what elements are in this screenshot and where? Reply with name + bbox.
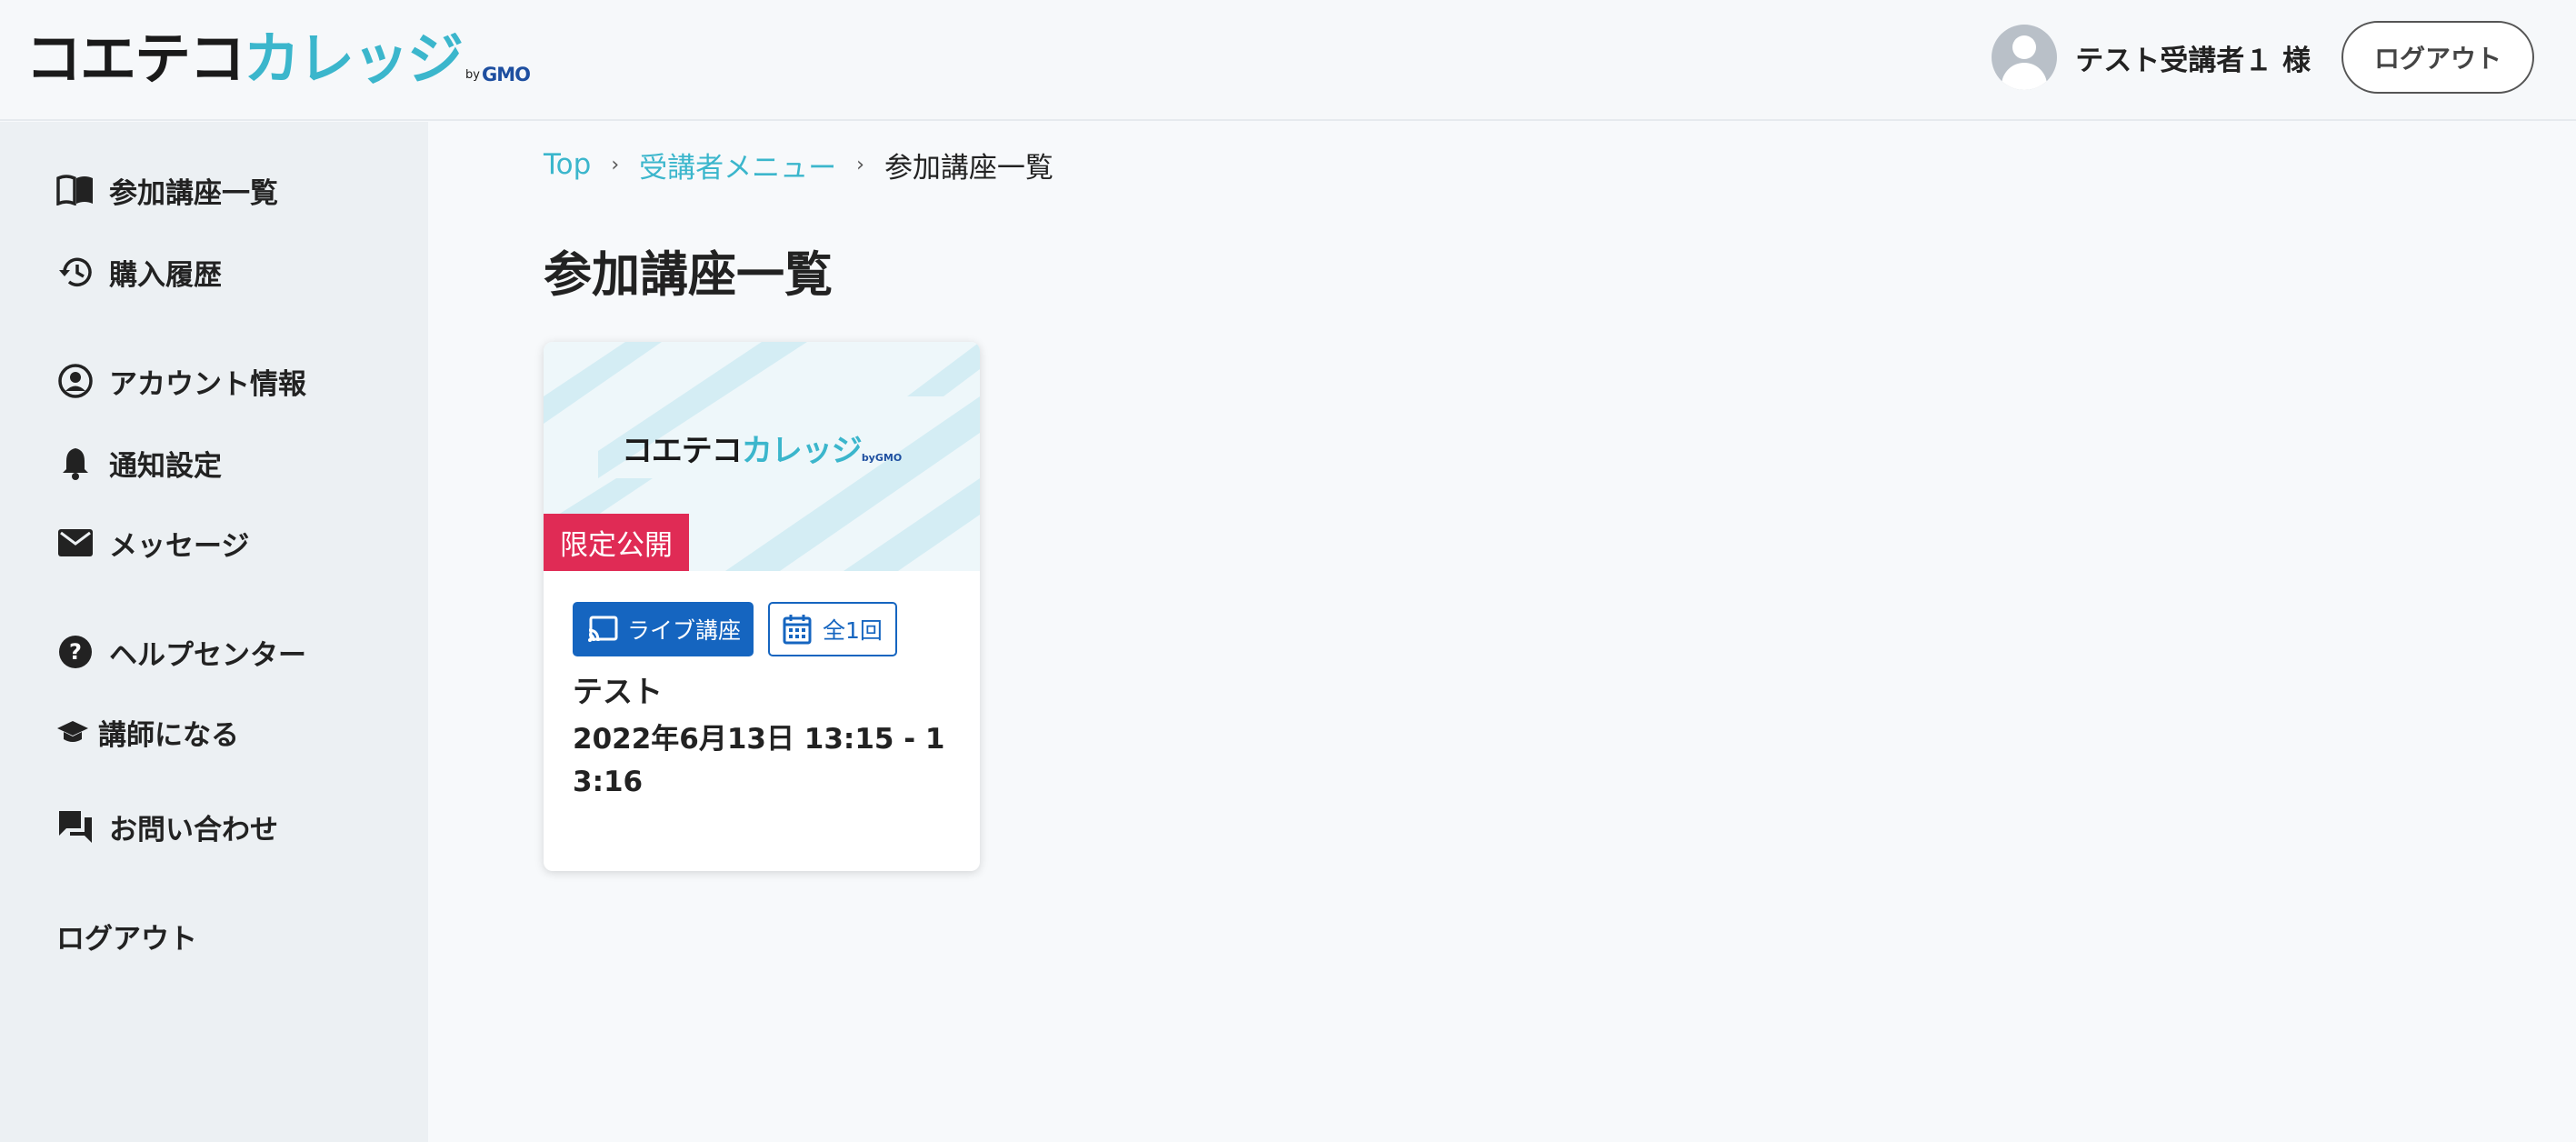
thumbnail-logo-text-2: カレッジ: [741, 433, 863, 469]
sidebar: 参加講座一覧 購入履歴 アカウント情報 通知設定 メッセージ ? ヘルプセンター: [0, 122, 428, 1142]
sidebar-item-label: 通知設定: [109, 449, 222, 483]
chevron-right-icon: ›: [611, 153, 620, 176]
book-open-icon: [56, 171, 95, 209]
course-card[interactable]: コエテコカレッジbyGMO 限定公開 ライブ講座 全1回 テスト 2022年6月…: [544, 342, 980, 871]
sidebar-item-label: お問い合わせ: [109, 813, 278, 846]
sidebar-item-label: 購入履歴: [109, 258, 222, 292]
help-icon: ?: [56, 633, 95, 671]
breadcrumb-current: 参加講座一覧: [884, 151, 1053, 185]
sidebar-item-notifications[interactable]: 通知設定: [56, 440, 222, 486]
course-thumbnail: コエテコカレッジbyGMO 限定公開: [544, 342, 980, 571]
chevron-right-icon: ›: [856, 153, 864, 176]
envelope-icon: [56, 524, 95, 562]
avatar[interactable]: [1992, 25, 2058, 90]
sidebar-item-messages[interactable]: メッセージ: [56, 520, 249, 566]
sidebar-item-label: ログアウト: [56, 922, 197, 956]
breadcrumb: Top › 受講者メニュー › 参加講座一覧: [544, 145, 1053, 185]
limited-badge: 限定公開: [544, 514, 689, 571]
sidebar-item-help[interactable]: ? ヘルプセンター: [56, 629, 306, 675]
graduation-cap-icon: [56, 713, 89, 751]
tag-live-course: ライブ講座: [573, 602, 754, 656]
sidebar-item-purchase-history[interactable]: 購入履歴: [56, 249, 222, 295]
svg-text:?: ?: [69, 639, 82, 665]
page-title: 参加講座一覧: [544, 247, 833, 303]
course-title[interactable]: テスト: [573, 667, 663, 711]
cast-icon: [587, 614, 618, 645]
tag-count-label: 全1回: [823, 617, 883, 644]
site-logo[interactable]: コエテコ カレッジ by GMO: [25, 25, 531, 92]
sidebar-item-label: 参加講座一覧: [109, 176, 278, 210]
course-tags: ライブ講座 全1回: [573, 602, 897, 656]
bell-icon: [56, 444, 95, 482]
breadcrumb-menu[interactable]: 受講者メニュー: [639, 145, 836, 185]
history-icon: [56, 253, 95, 291]
user-name: テスト受講者１ 様: [2075, 44, 2311, 77]
logo-text-2: カレッジ: [244, 25, 464, 92]
account-circle-icon: [56, 362, 95, 400]
calendar-icon: [783, 614, 814, 645]
logo-by: by: [465, 68, 480, 82]
sidebar-item-account[interactable]: アカウント情報: [56, 358, 306, 404]
thumbnail-logo: コエテコカレッジbyGMO: [544, 426, 980, 470]
logo-text-1: コエテコ: [25, 25, 245, 92]
sidebar-item-logout[interactable]: ログアウト: [56, 913, 197, 958]
thumbnail-logo-gmo: byGMO: [861, 452, 903, 464]
course-date: 2022年6月13日 13:15 - 13:16: [573, 723, 945, 798]
sidebar-item-become-instructor[interactable]: 講師になる: [56, 709, 239, 755]
tag-session-count: 全1回: [768, 602, 897, 656]
logo-gmo: GMO: [481, 64, 531, 85]
user-area: テスト受講者１ 様 ログアウト: [1992, 21, 2534, 94]
thumbnail-logo-text-1: コエテコ: [621, 433, 743, 469]
sidebar-item-label: アカウント情報: [109, 367, 306, 401]
sidebar-item-label: メッセージ: [109, 529, 250, 563]
sidebar-item-label: 講師になる: [98, 718, 239, 752]
main-content: Top › 受講者メニュー › 参加講座一覧 参加講座一覧 コエテコカレッジby…: [428, 122, 2576, 1142]
breadcrumb-top[interactable]: Top: [544, 148, 591, 181]
sidebar-item-courses[interactable]: 参加講座一覧: [56, 167, 278, 213]
chat-icon: [56, 807, 95, 846]
sidebar-item-contact[interactable]: お問い合わせ: [56, 804, 278, 849]
tag-live-label: ライブ講座: [627, 617, 742, 644]
header: コエテコ カレッジ by GMO テスト受講者１ 様 ログアウト: [0, 0, 2576, 121]
logout-button[interactable]: ログアウト: [2341, 21, 2534, 94]
sidebar-item-label: ヘルプセンター: [109, 638, 306, 672]
